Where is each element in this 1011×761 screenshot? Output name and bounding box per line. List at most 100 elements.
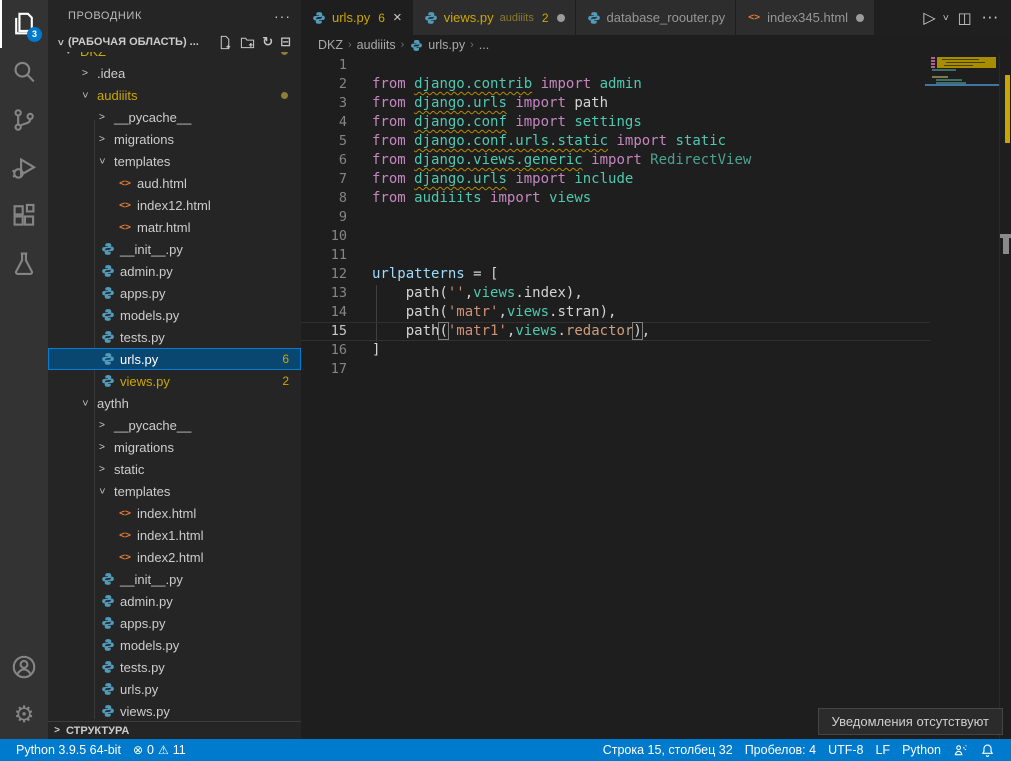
run-button[interactable]: ▷ — [923, 8, 935, 27]
tree-item-index-html[interactable]: ><>index.html — [48, 502, 301, 524]
tree-item-admin-py[interactable]: >admin.py — [48, 590, 301, 612]
feedback-button[interactable] — [947, 743, 974, 758]
overview-ruler[interactable] — [999, 55, 1011, 739]
file-label: aud.html — [137, 176, 187, 191]
chevron-right-icon: › — [348, 39, 352, 51]
breadcrumb-more[interactable]: ... — [479, 38, 489, 52]
tree-item--init-py[interactable]: >__init__.py — [48, 238, 301, 260]
tree-item-index12-html[interactable]: ><>index12.html — [48, 194, 301, 216]
account-button[interactable] — [0, 643, 48, 691]
code-line-16[interactable]: 16] — [301, 341, 930, 360]
code-line-13[interactable]: 13 path('',views.index), — [301, 284, 930, 303]
code-line-11[interactable]: 11 — [301, 246, 930, 265]
modified-dot-icon — [281, 92, 288, 99]
activity-search-button[interactable] — [0, 48, 48, 96]
line-number: 2 — [301, 75, 347, 94]
code-editor[interactable]: 12from django.contrib import admin3from … — [301, 55, 1011, 739]
tree-item--init-py[interactable]: >__init__.py — [48, 568, 301, 590]
tree-item--idea[interactable]: >.idea — [48, 62, 301, 84]
split-editor-icon[interactable]: ◫ — [958, 9, 972, 27]
breadcrumb-file[interactable]: urls.py — [428, 38, 465, 52]
tree-item--pycache-[interactable]: >__pycache__ — [48, 106, 301, 128]
outline-section-header[interactable]: > СТРУКТУРА — [48, 721, 301, 739]
tree-item-audiiits[interactable]: >audiiits — [48, 84, 301, 106]
tree-item-apps-py[interactable]: >apps.py — [48, 612, 301, 634]
code-line-4[interactable]: 4from django.conf import settings — [301, 113, 930, 132]
ruler-warning-marker — [1005, 75, 1010, 143]
tab-views-py[interactable]: views.py audiiits 2 — [413, 0, 575, 35]
code-line-6[interactable]: 6from django.views.generic import Redire… — [301, 151, 930, 170]
eol-status[interactable]: LF — [869, 743, 896, 757]
explorer-more-actions-icon[interactable]: ··· — [274, 8, 291, 24]
more-actions-icon[interactable]: ··· — [982, 9, 999, 27]
tree-item-tests-py[interactable]: >tests.py — [48, 326, 301, 348]
breadcrumb-app[interactable]: audiiits — [357, 38, 396, 52]
modified-dot-icon[interactable] — [557, 14, 565, 22]
tree-item--pycache-[interactable]: >__pycache__ — [48, 414, 301, 436]
code-line-10[interactable]: 10 — [301, 227, 930, 246]
tree-item-apps-py[interactable]: >apps.py — [48, 282, 301, 304]
tree-item-views-py[interactable]: >views.py — [48, 700, 301, 721]
tree-item-migrations[interactable]: >migrations — [48, 128, 301, 150]
tree-item-tests-py[interactable]: >tests.py — [48, 656, 301, 678]
tree-item-index2-html[interactable]: ><>index2.html — [48, 546, 301, 568]
python-icon — [100, 572, 116, 586]
tree-item-index1-html[interactable]: ><>index1.html — [48, 524, 301, 546]
refresh-icon[interactable]: ↻ — [262, 36, 273, 49]
activity-source-control-button[interactable] — [0, 96, 48, 144]
breadcrumb: DKZ › audiiits › urls.py › ... — [301, 35, 1011, 55]
tree-item-matr-html[interactable]: ><>matr.html — [48, 216, 301, 238]
code-line-7[interactable]: 7from django.urls import include — [301, 170, 930, 189]
indentation-status[interactable]: Пробелов: 4 — [739, 743, 822, 757]
code-line-3[interactable]: 3from django.urls import path — [301, 94, 930, 113]
tree-item-views-py[interactable]: >views.py2 — [48, 370, 301, 392]
code-line-14[interactable]: 14 path('matr',views.stran), — [301, 303, 930, 322]
run-dropdown-chevron-icon[interactable]: > — [939, 15, 950, 21]
notifications-bell-button[interactable] — [974, 743, 1001, 758]
activity-run-debug-button[interactable] — [0, 144, 48, 192]
tab-database-roouter-py[interactable]: database_roouter.py — [576, 0, 736, 35]
breadcrumb-project[interactable]: DKZ — [318, 38, 343, 52]
tree-item-urls-py[interactable]: >urls.py — [48, 678, 301, 700]
tree-item-models-py[interactable]: >models.py — [48, 634, 301, 656]
tree-item-aythh[interactable]: >aythh — [48, 392, 301, 414]
tree-item-migrations[interactable]: >migrations — [48, 436, 301, 458]
tree-item-models-py[interactable]: >models.py — [48, 304, 301, 326]
python-interpreter-status[interactable]: Python 3.9.5 64-bit — [10, 743, 127, 757]
close-icon[interactable]: × — [393, 10, 402, 25]
cursor-position-status[interactable]: Строка 15, столбец 32 — [597, 743, 739, 757]
file-label: apps.py — [120, 616, 166, 631]
code-line-8[interactable]: 8from audiiits import views — [301, 189, 930, 208]
collapse-all-icon[interactable]: ⊟ — [280, 36, 291, 49]
tree-item-admin-py[interactable]: >admin.py — [48, 260, 301, 282]
tree-item-templates[interactable]: >templates — [48, 150, 301, 172]
code-line-12[interactable]: 12urlpatterns = [ — [301, 265, 930, 284]
tree-item-static[interactable]: >static — [48, 458, 301, 480]
tab-index345-html[interactable]: <> index345.html — [736, 0, 874, 35]
code-line-17[interactable]: 17 — [301, 360, 930, 379]
tree-item-aud-html[interactable]: ><>aud.html — [48, 172, 301, 194]
file-label: templates — [114, 484, 170, 499]
settings-button[interactable]: ⚙ — [0, 691, 48, 739]
code-line-5[interactable]: 5from django.conf.urls.static import sta… — [301, 132, 930, 151]
tree-item-templates[interactable]: >templates — [48, 480, 301, 502]
explorer-header: ПРОВОДНИК ··· — [48, 0, 301, 32]
code-line-1[interactable]: 1 — [301, 56, 930, 75]
activity-extensions-button[interactable] — [0, 192, 48, 240]
minimap[interactable] — [930, 55, 999, 739]
activity-testing-button[interactable] — [0, 240, 48, 288]
tab-urls-py[interactable]: urls.py 6 × — [301, 0, 412, 35]
modified-dot-icon[interactable] — [856, 14, 864, 22]
tree-item-urls-py[interactable]: >urls.py6 — [48, 348, 301, 370]
activity-explorer-button[interactable]: 3 — [0, 0, 48, 48]
language-mode-status[interactable]: Python — [896, 743, 947, 757]
code-line-15[interactable]: 15 path('matr1',views.redactor), — [301, 322, 930, 341]
new-file-icon[interactable] — [218, 35, 233, 50]
problems-status[interactable]: ⊗ 0 ⚠ 11 — [127, 743, 192, 757]
workspace-section-header[interactable]: > (РАБОЧАЯ ОБЛАСТЬ) ... ↻ ⊟ — [48, 32, 301, 52]
code-line-9[interactable]: 9 — [301, 208, 930, 227]
encoding-status[interactable]: UTF-8 — [822, 743, 869, 757]
tree-item-DKZ[interactable]: >DKZ — [48, 52, 301, 62]
new-folder-icon[interactable] — [240, 35, 255, 50]
code-line-2[interactable]: 2from django.contrib import admin — [301, 75, 930, 94]
